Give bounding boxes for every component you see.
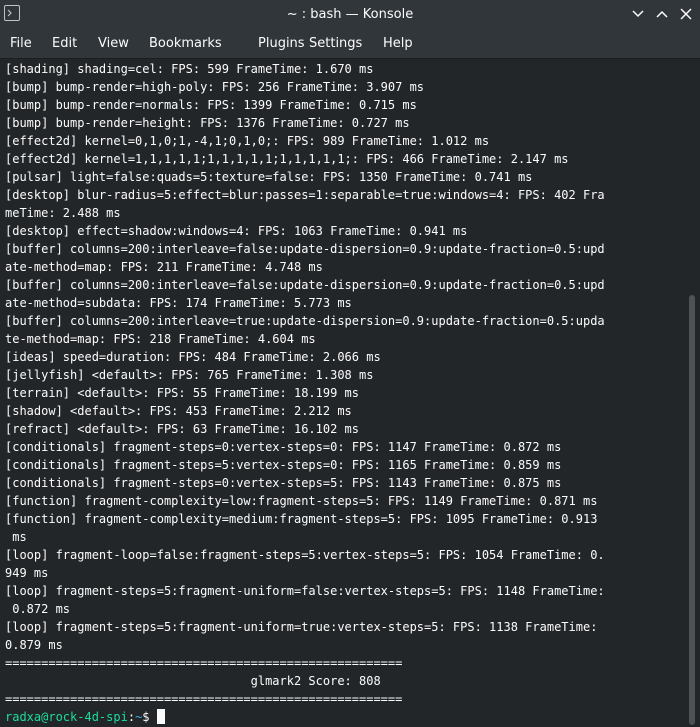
terminal-output: [shading] shading=cel: FPS: 599 FrameTim… <box>5 60 685 726</box>
terminal-line: [shadow] <default>: FPS: 453 FrameTime: … <box>5 404 352 418</box>
terminal-line: 949 ms <box>5 566 49 580</box>
terminal-line: [effect2d] kernel=0,1,0;1,-4,1;0,1,0;: F… <box>5 134 490 148</box>
title-bar[interactable]: ~ : bash — Konsole <box>0 0 700 29</box>
chevron-up-icon[interactable] <box>653 5 671 23</box>
separator-line: ========================================… <box>5 656 403 670</box>
terminal-line: [buffer] columns=200:interleave=true:upd… <box>5 314 605 328</box>
terminal-line: [conditionals] fragment-steps=0:vertex-s… <box>5 440 562 454</box>
shell-prompt[interactable]: radxa@rock-4d-spi:~$ <box>5 708 685 726</box>
vertical-scrollbar[interactable] <box>686 59 700 727</box>
terminal-line: ms <box>5 530 27 544</box>
terminal-line: [jellyfish] <default>: FPS: 765 FrameTim… <box>5 368 374 382</box>
menu-plugins[interactable]: Plugins <box>258 29 305 58</box>
prompt-separator: : <box>127 710 136 724</box>
terminal-line: [shading] shading=cel: FPS: 599 FrameTim… <box>5 62 374 76</box>
terminal-line: meTime: 2.488 ms <box>5 206 121 220</box>
terminal-line: [function] fragment-complexity=low:fragm… <box>5 494 598 508</box>
prompt-user-host: radxa@rock-4d-spi <box>5 710 128 724</box>
terminal-line: [loop] fragment-steps=5:fragment-uniform… <box>5 620 598 634</box>
menu-bar: File Edit View Bookmarks Plugins Setting… <box>0 29 700 59</box>
terminal-line: [ideas] speed=duration: FPS: 484 FrameTi… <box>5 350 381 364</box>
chevron-down-icon[interactable] <box>629 5 647 23</box>
terminal-line: 0.872 ms <box>5 602 71 616</box>
terminal-line: [conditionals] fragment-steps=5:vertex-s… <box>5 458 562 472</box>
terminal-line: [loop] fragment-loop=false:fragment-step… <box>5 548 605 562</box>
terminal-line: [bump] bump-render=height: FPS: 1376 Fra… <box>5 116 410 130</box>
terminal-line: [buffer] columns=200:interleave=false:up… <box>5 242 605 256</box>
terminal-view[interactable]: [shading] shading=cel: FPS: 599 FrameTim… <box>0 59 686 727</box>
menu-settings[interactable]: Settings <box>309 29 362 58</box>
terminal-line: ate-method=subdata: FPS: 174 FrameTime: … <box>5 296 352 310</box>
terminal-line: [bump] bump-render=high-poly: FPS: 256 F… <box>5 80 425 94</box>
menu-view[interactable]: View <box>98 29 129 58</box>
score-line: glmark2 Score: 808 <box>5 674 381 688</box>
terminal-line: [terrain] <default>: FPS: 55 FrameTime: … <box>5 386 360 400</box>
menu-help[interactable]: Help <box>383 29 413 58</box>
terminal-line: [refract] <default>: FPS: 63 FrameTime: … <box>5 422 360 436</box>
menu-bookmarks[interactable]: Bookmarks <box>149 29 222 58</box>
text-cursor <box>156 709 165 724</box>
terminal-line: [function] fragment-complexity=medium:fr… <box>5 512 598 526</box>
terminal-line: [desktop] effect=shadow:windows=4: FPS: … <box>5 224 468 238</box>
terminal-line: [effect2d] kernel=1,1,1,1,1;1,1,1,1,1;1,… <box>5 152 569 166</box>
terminal-line: te-method=map: FPS: 218 FrameTime: 4.604… <box>5 332 316 346</box>
terminal-line: [pulsar] light=false:quads=5:texture=fal… <box>5 170 533 184</box>
separator-line: ========================================… <box>5 692 403 706</box>
terminal-line: [bump] bump-render=normals: FPS: 1399 Fr… <box>5 98 417 112</box>
terminal-line: [conditionals] fragment-steps=0:vertex-s… <box>5 476 562 490</box>
terminal-line: [buffer] columns=200:interleave=false:up… <box>5 278 605 292</box>
scrollbar-thumb[interactable] <box>689 295 695 725</box>
prompt-symbol: $ <box>142 710 157 724</box>
terminal-line: [loop] fragment-steps=5:fragment-uniform… <box>5 584 605 598</box>
terminal-line: [desktop] blur-radius=5:effect=blur:pass… <box>5 188 605 202</box>
terminal-line: 0.879 ms <box>5 638 63 652</box>
menu-file[interactable]: File <box>10 29 32 58</box>
terminal-line: ate-method=map: FPS: 211 FrameTime: 4.74… <box>5 260 323 274</box>
window-title: ~ : bash — Konsole <box>286 7 414 22</box>
close-icon[interactable] <box>677 5 695 23</box>
menu-edit[interactable]: Edit <box>52 29 77 58</box>
